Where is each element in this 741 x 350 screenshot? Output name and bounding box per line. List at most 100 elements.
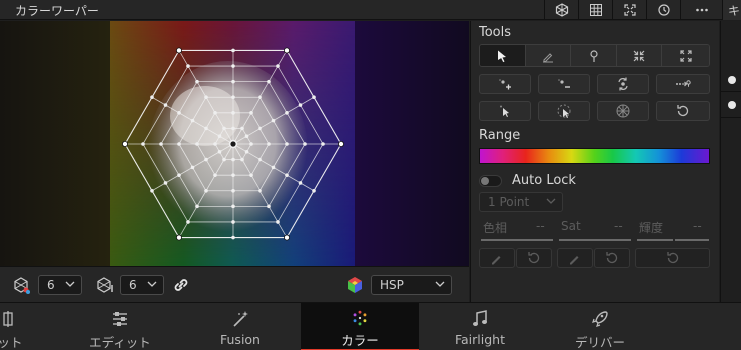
- grid-point[interactable]: [177, 173, 181, 177]
- more-icon[interactable]: [680, 0, 722, 20]
- select-tool-button[interactable]: [480, 45, 526, 66]
- luma-slider-right[interactable]: [675, 239, 709, 241]
- grid-point[interactable]: [213, 111, 217, 115]
- grid-point[interactable]: [285, 173, 289, 177]
- reset-points-button[interactable]: [656, 101, 710, 121]
- grid-corner-point[interactable]: [337, 141, 344, 148]
- spread-points-button[interactable]: [656, 74, 710, 94]
- point-count-select[interactable]: 1 Point: [479, 192, 563, 212]
- grid-point[interactable]: [177, 111, 181, 115]
- grid-corner-point[interactable]: [283, 234, 290, 241]
- expand-tool-button[interactable]: [662, 45, 709, 66]
- grid-center-point[interactable]: [228, 139, 238, 149]
- grid-point[interactable]: [240, 126, 244, 131]
- viewer[interactable]: [0, 21, 469, 266]
- grid-point[interactable]: [267, 204, 271, 209]
- grid-corner-point[interactable]: [175, 47, 182, 54]
- grid-icon[interactable]: [578, 0, 612, 20]
- grid-point[interactable]: [222, 157, 226, 162]
- grid-point[interactable]: [150, 95, 154, 100]
- luma-reset-button[interactable]: [635, 248, 710, 268]
- grid-point[interactable]: [244, 134, 249, 139]
- grid-point[interactable]: [204, 157, 208, 162]
- reset-icon[interactable]: [646, 0, 680, 20]
- grid-point[interactable]: [186, 220, 190, 224]
- grid-point[interactable]: [258, 95, 262, 100]
- grid-point[interactable]: [217, 149, 222, 154]
- grid-point[interactable]: [159, 142, 163, 146]
- sat-reset-button[interactable]: [594, 248, 630, 268]
- grid-point[interactable]: [231, 157, 235, 162]
- grid-point[interactable]: [231, 126, 235, 131]
- hue-slider[interactable]: [481, 239, 553, 241]
- grid-point[interactable]: [231, 111, 235, 115]
- pin-tool-button[interactable]: [571, 45, 617, 66]
- hue-grid-size-select[interactable]: 6: [38, 275, 82, 295]
- hue-reset-button[interactable]: [516, 248, 552, 268]
- grid-point[interactable]: [276, 220, 280, 224]
- grid-point[interactable]: [298, 103, 303, 107]
- select-ring-button[interactable]: [538, 101, 590, 121]
- add-point-button[interactable]: [479, 74, 531, 94]
- grid-point[interactable]: [217, 134, 222, 139]
- nav-fairlight[interactable]: Fairlight: [440, 303, 520, 350]
- remove-point-button[interactable]: [538, 74, 590, 94]
- range-hue-bar[interactable]: [479, 148, 710, 164]
- grid-point[interactable]: [231, 64, 235, 68]
- nav-cut[interactable]: ット: [0, 303, 30, 350]
- grid-point[interactable]: [222, 126, 226, 131]
- select-adjacent-button[interactable]: [479, 101, 531, 121]
- grid-point[interactable]: [298, 181, 303, 185]
- grid-point[interactable]: [249, 111, 253, 115]
- grid-point[interactable]: [195, 79, 199, 84]
- grid-point[interactable]: [141, 142, 145, 146]
- grid-point[interactable]: [231, 188, 235, 193]
- grid-point[interactable]: [271, 118, 276, 123]
- keyframe-dot[interactable]: [728, 76, 736, 84]
- grid-point[interactable]: [177, 142, 181, 146]
- contract-tool-button[interactable]: [616, 45, 663, 66]
- grid-point[interactable]: [249, 142, 253, 146]
- grid-point[interactable]: [190, 165, 195, 170]
- nav-edit[interactable]: エディット: [80, 303, 160, 350]
- grid-point[interactable]: [303, 142, 307, 146]
- luma-slider-left[interactable]: [637, 239, 673, 241]
- keyframe-dot[interactable]: [728, 101, 736, 109]
- grid-point[interactable]: [249, 173, 253, 177]
- grid-point[interactable]: [285, 111, 289, 115]
- grid-point[interactable]: [267, 142, 271, 146]
- grid-point[interactable]: [285, 142, 289, 146]
- grid-point[interactable]: [204, 95, 208, 100]
- grid-point[interactable]: [312, 95, 316, 100]
- grid-point[interactable]: [163, 103, 168, 107]
- grid-point[interactable]: [244, 149, 249, 154]
- grid-point[interactable]: [321, 142, 325, 146]
- link-icon[interactable]: [171, 275, 191, 295]
- warper-hex-icon[interactable]: [544, 0, 578, 20]
- grid-point[interactable]: [258, 157, 262, 162]
- grid-point[interactable]: [204, 188, 208, 193]
- select-all-button[interactable]: [597, 101, 649, 121]
- auto-lock-toggle[interactable]: [479, 175, 502, 187]
- grid-point[interactable]: [312, 188, 316, 193]
- grid-point[interactable]: [204, 126, 208, 131]
- grid-point[interactable]: [195, 204, 199, 209]
- grid-corner-point[interactable]: [175, 234, 182, 241]
- grid-point[interactable]: [231, 204, 235, 209]
- grid-point[interactable]: [213, 142, 217, 146]
- grid-point[interactable]: [231, 48, 235, 53]
- adjacent-panel-tab[interactable]: キ: [722, 0, 741, 20]
- convert-points-button[interactable]: [597, 74, 649, 94]
- color-space-select[interactable]: HSP: [371, 275, 452, 295]
- grid-point[interactable]: [271, 165, 276, 170]
- nav-color[interactable]: カラー: [301, 303, 419, 350]
- grid-point[interactable]: [231, 95, 235, 100]
- grid-point[interactable]: [240, 157, 244, 162]
- sat-slider[interactable]: [559, 239, 631, 241]
- grid-point[interactable]: [231, 220, 235, 224]
- grid-point[interactable]: [163, 181, 168, 185]
- sat-pick-button[interactable]: [557, 248, 593, 268]
- grid-point[interactable]: [267, 79, 271, 84]
- sat-grid-size-select[interactable]: 6: [120, 275, 164, 295]
- grid-point[interactable]: [213, 173, 217, 177]
